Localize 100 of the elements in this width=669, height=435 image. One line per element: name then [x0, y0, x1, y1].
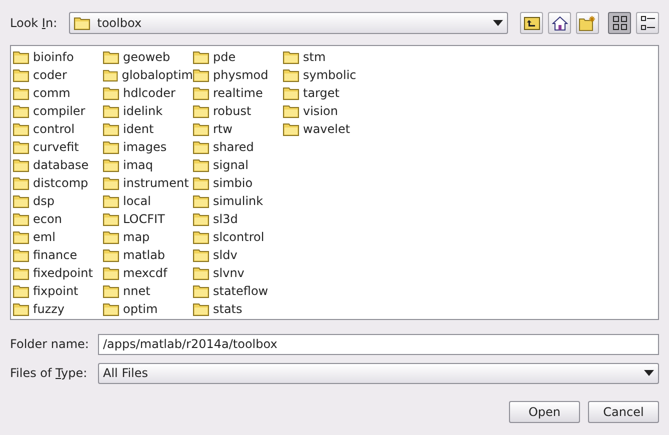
folder-up-icon — [524, 16, 540, 30]
dropdown-caret-icon — [644, 370, 654, 376]
folder-item[interactable]: optim — [103, 300, 193, 318]
folder-icon — [193, 248, 209, 262]
folder-icon — [193, 284, 209, 298]
folder-item[interactable]: coder — [13, 66, 103, 84]
folder-item[interactable]: sl3d — [193, 210, 283, 228]
folder-icon — [193, 302, 209, 316]
look-in-dropdown[interactable]: toolbox — [69, 12, 508, 34]
toolbar-button[interactable] — [520, 12, 543, 34]
folder-icon — [13, 50, 29, 64]
folder-item[interactable]: imaq — [103, 156, 193, 174]
folder-item[interactable]: ident — [103, 120, 193, 138]
folder-item[interactable]: control — [13, 120, 103, 138]
folder-item[interactable]: stm — [283, 48, 373, 66]
folder-icon — [103, 104, 119, 118]
folder-item[interactable]: pde — [193, 48, 283, 66]
dialog-button[interactable]: Open — [509, 401, 580, 423]
folder-icon — [193, 50, 209, 64]
folder-item[interactable]: mexcdf — [103, 264, 193, 282]
folder-item[interactable]: bioinfo — [13, 48, 103, 66]
folder-item[interactable]: simbio — [193, 174, 283, 192]
folder-icon — [103, 266, 119, 280]
folder-item[interactable]: rtw — [193, 120, 283, 138]
folder-item[interactable]: signal — [193, 156, 283, 174]
folder-name-label: Folder name: — [10, 336, 90, 353]
folder-item[interactable]: local — [103, 192, 193, 210]
folder-item[interactable]: slcontrol — [193, 228, 283, 246]
folder-icon — [13, 122, 29, 136]
folder-icon — [283, 104, 299, 118]
folder-item[interactable]: physmod — [193, 66, 283, 84]
folder-item[interactable]: wavelet — [283, 120, 373, 138]
folder-item[interactable]: matlab — [103, 246, 193, 264]
details-view-icon — [640, 15, 656, 31]
folder-item[interactable]: finance — [13, 246, 103, 264]
folder-icon — [103, 230, 119, 244]
folder-icon — [13, 302, 29, 316]
folder-icon — [13, 104, 29, 118]
folder-item[interactable]: stateflow — [193, 282, 283, 300]
folder-item[interactable]: stats — [193, 300, 283, 318]
folder-item[interactable]: fuzzy — [13, 300, 103, 318]
folder-icon — [13, 248, 29, 262]
toolbar-button[interactable] — [548, 12, 571, 34]
folder-item[interactable]: geoweb — [103, 48, 193, 66]
folder-item[interactable]: simulink — [193, 192, 283, 210]
folder-item[interactable]: compiler — [13, 102, 103, 120]
toolbar-button[interactable] — [636, 12, 659, 34]
folder-item[interactable]: symbolic — [283, 66, 373, 84]
folder-icon — [13, 266, 29, 280]
folder-icon — [193, 86, 209, 100]
dialog-button[interactable]: Cancel — [588, 401, 659, 423]
folder-item[interactable]: map — [103, 228, 193, 246]
home-icon — [552, 16, 568, 30]
folder-icon — [13, 284, 29, 298]
folder-icon — [283, 68, 299, 82]
folder-icon — [283, 50, 299, 64]
folder-item[interactable]: hdlcoder — [103, 84, 193, 102]
folder-item[interactable]: images — [103, 138, 193, 156]
folder-item[interactable]: vision — [283, 102, 373, 120]
folder-item[interactable]: LOCFIT — [103, 210, 193, 228]
folder-item[interactable]: realtime — [193, 84, 283, 102]
folder-icon — [283, 122, 299, 136]
folder-item[interactable]: nnet — [103, 282, 193, 300]
folder-icon — [103, 140, 119, 154]
folder-item[interactable]: slvnv — [193, 264, 283, 282]
folder-item[interactable]: sldv — [193, 246, 283, 264]
folder-icon — [103, 194, 119, 208]
folder-icon — [193, 212, 209, 226]
files-of-type-dropdown[interactable]: All Files — [98, 362, 659, 384]
folder-icon — [13, 176, 29, 190]
folder-item[interactable]: instrument — [103, 174, 193, 192]
list-view-icon — [612, 15, 628, 31]
folder-icon — [193, 158, 209, 172]
folder-item[interactable]: econ — [13, 210, 103, 228]
folder-item[interactable]: comm — [13, 84, 103, 102]
folder-item[interactable]: eml — [13, 228, 103, 246]
folder-icon — [103, 122, 119, 136]
folder-icon — [193, 104, 209, 118]
folder-item[interactable]: fixpoint — [13, 282, 103, 300]
folder-icon — [103, 50, 119, 64]
folder-item[interactable]: robust — [193, 102, 283, 120]
folder-icon — [103, 176, 119, 190]
folder-item[interactable]: shared — [193, 138, 283, 156]
folder-icon — [193, 140, 209, 154]
folder-item[interactable]: fixedpoint — [13, 264, 103, 282]
folder-icon — [103, 86, 119, 100]
folder-icon — [103, 68, 118, 82]
folder-item[interactable]: globaloptim — [103, 66, 193, 84]
folder-icon — [13, 140, 29, 154]
folder-item[interactable]: target — [283, 84, 373, 102]
folder-item[interactable]: dsp — [13, 192, 103, 210]
folder-item[interactable]: database — [13, 156, 103, 174]
folder-icon — [13, 86, 29, 100]
folder-item[interactable]: distcomp — [13, 174, 103, 192]
look-in-label: Look In: — [10, 15, 58, 32]
folder-item[interactable]: idelink — [103, 102, 193, 120]
toolbar-button[interactable] — [608, 12, 631, 34]
folder-name-field[interactable]: /apps/matlab/r2014a/toolbox — [98, 334, 659, 354]
folder-item[interactable]: curvefit — [13, 138, 103, 156]
folder-icon — [103, 302, 119, 316]
